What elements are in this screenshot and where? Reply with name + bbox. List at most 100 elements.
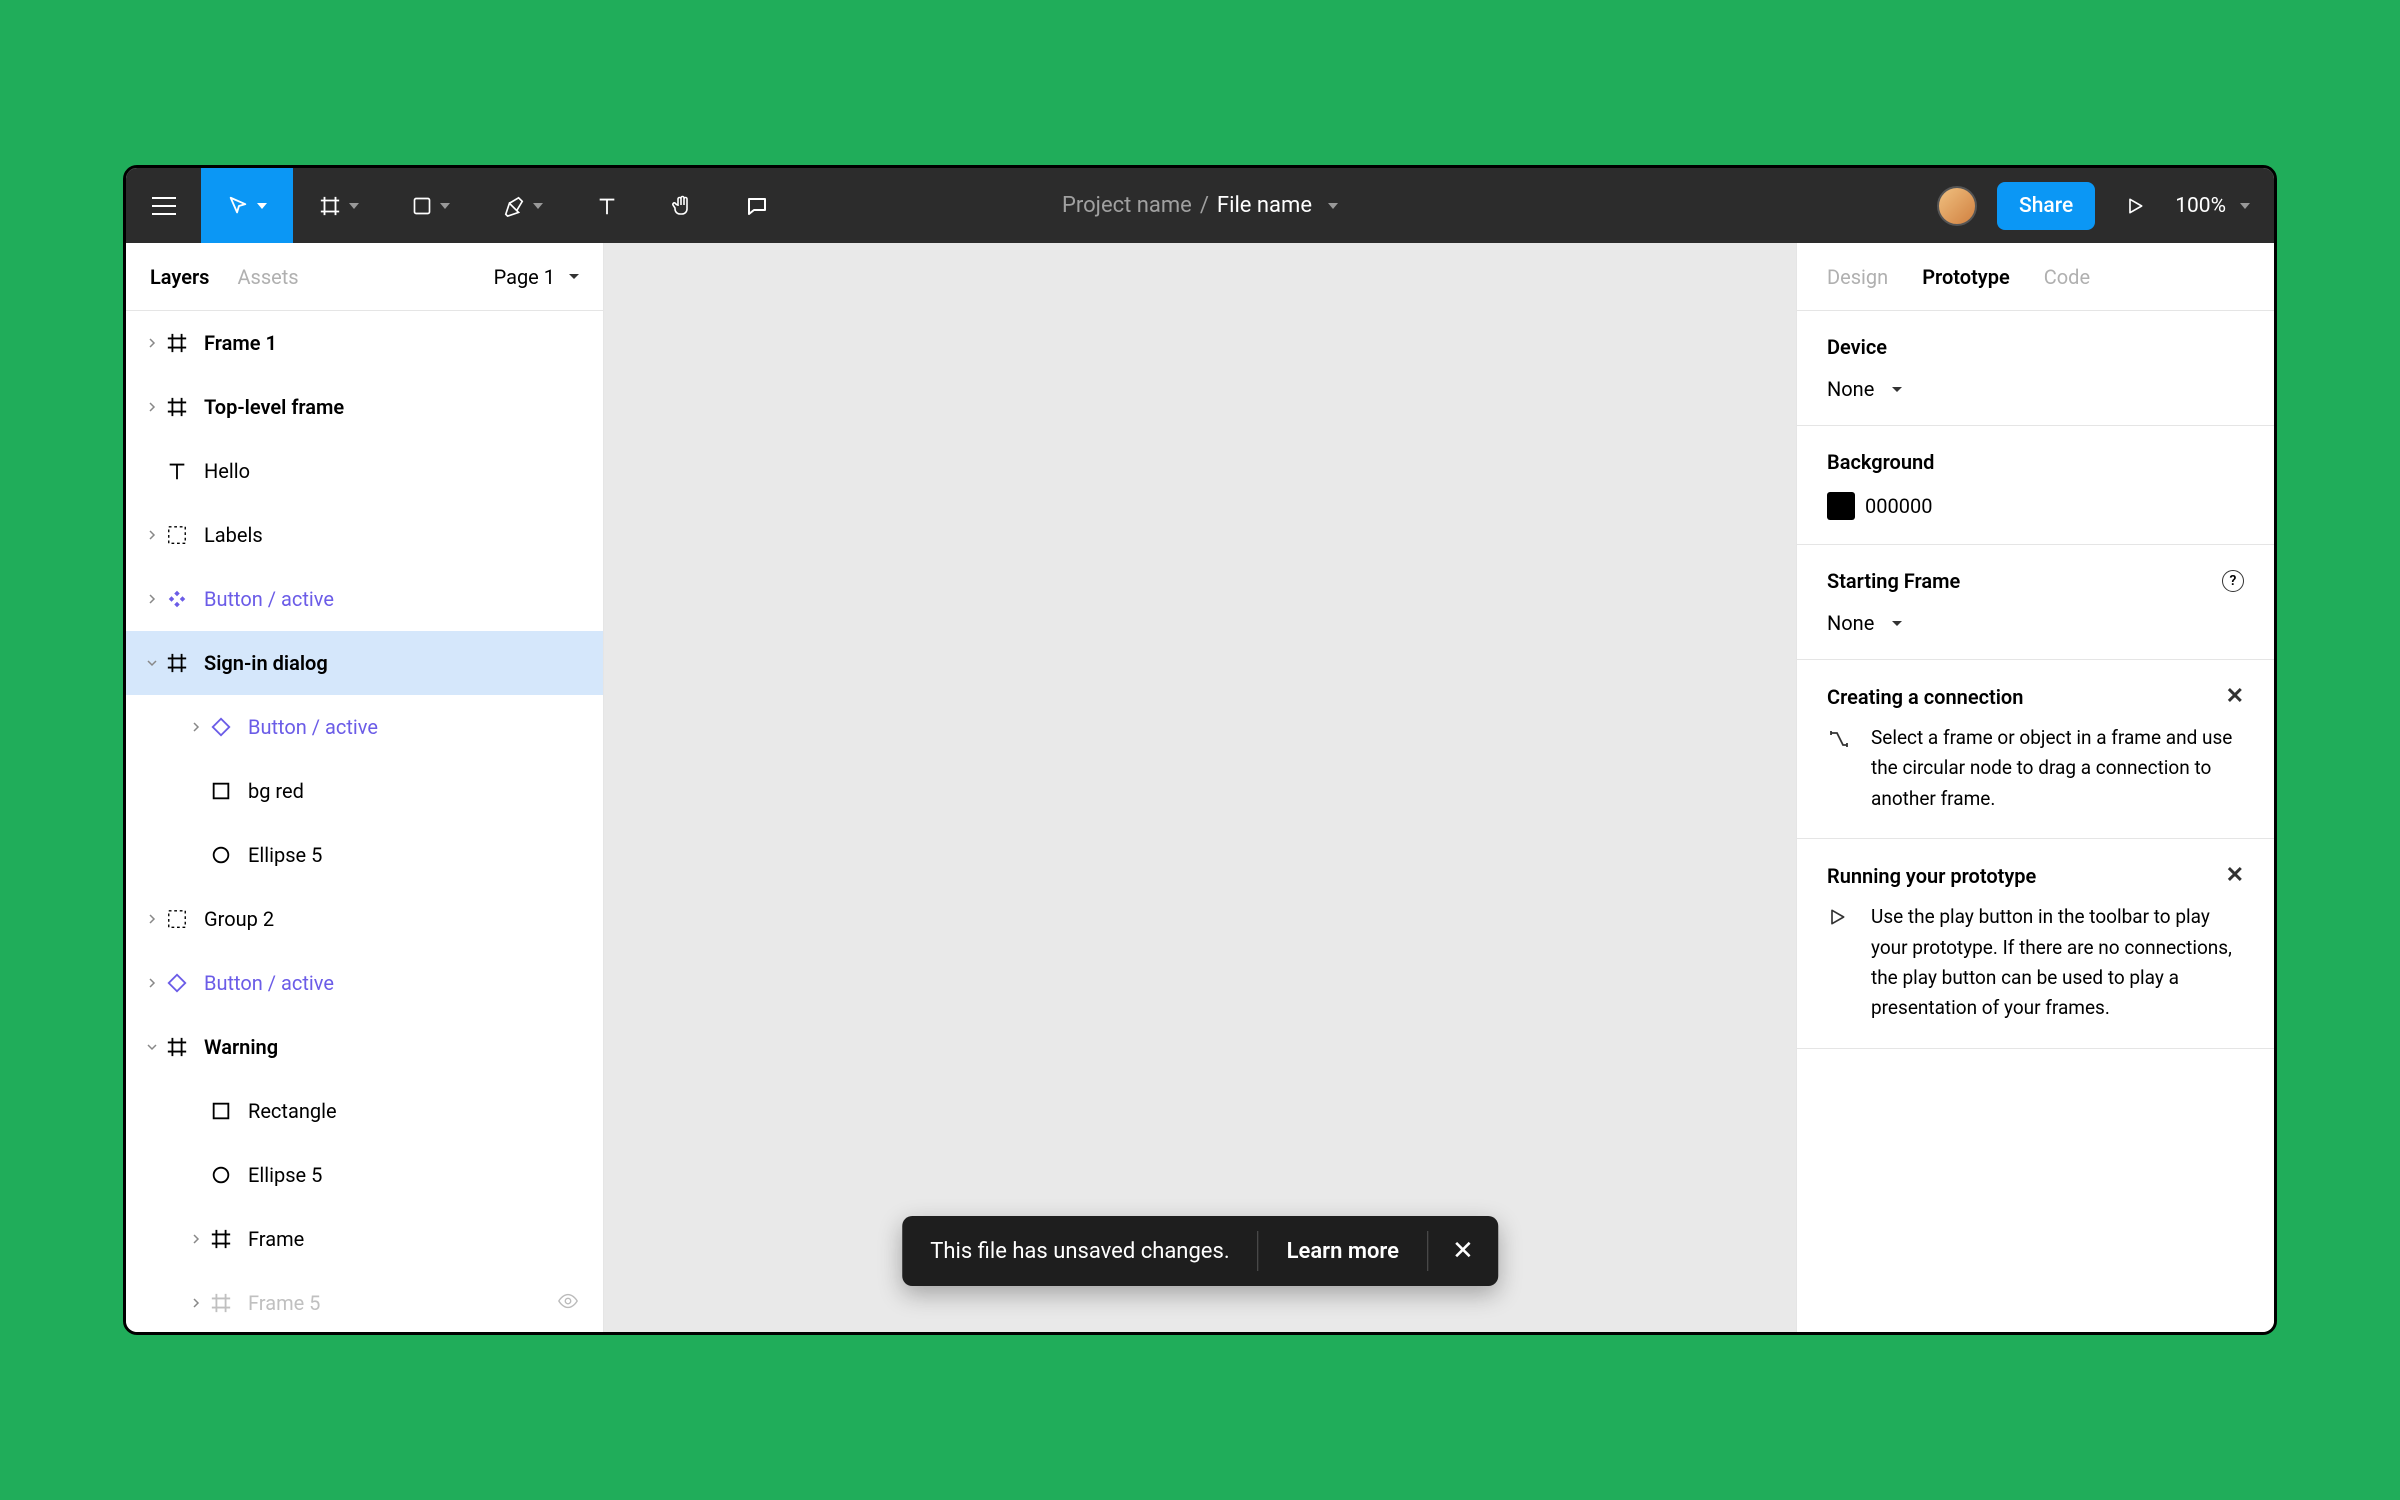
layer-name: Warning <box>204 1035 278 1059</box>
background-hex: 000000 <box>1865 494 1932 518</box>
frame-icon <box>162 396 192 418</box>
chevron-down-icon <box>349 203 359 209</box>
layer-row[interactable]: Rectangle <box>126 1079 603 1143</box>
layer-name: Frame 5 <box>248 1291 320 1315</box>
background-section: Background 000000 <box>1797 426 2274 545</box>
chevron-down-icon <box>440 203 450 209</box>
close-icon[interactable]: ✕ <box>2226 863 2244 888</box>
right-panel: Design Prototype Code Device None Backgr… <box>1796 243 2274 1332</box>
layer-row[interactable]: Button / active <box>126 567 603 631</box>
play-icon <box>1827 902 1855 1024</box>
left-panel-header: Layers Assets Page 1 <box>126 243 603 311</box>
help-title: Running your prototype <box>1827 864 2036 888</box>
page-selector[interactable]: Page 1 <box>494 265 579 289</box>
close-icon[interactable]: ✕ <box>2226 684 2244 709</box>
help-icon[interactable]: ? <box>2222 570 2244 592</box>
layer-row[interactable]: Frame 1 <box>126 311 603 375</box>
layer-name: Button / active <box>204 971 334 995</box>
expand-chevron-icon[interactable] <box>142 402 162 412</box>
expand-chevron-icon[interactable] <box>142 978 162 988</box>
tab-assets[interactable]: Assets <box>237 265 298 289</box>
chevron-down-icon <box>1328 203 1338 209</box>
move-tool[interactable] <box>201 168 293 243</box>
shape-tool[interactable] <box>385 168 477 243</box>
layer-name: Ellipse 5 <box>248 843 322 867</box>
layer-row[interactable]: Ellipse 5 <box>126 823 603 887</box>
layer-name: Labels <box>204 523 263 547</box>
expand-chevron-icon[interactable] <box>142 658 162 668</box>
chevron-down-icon <box>2240 203 2250 209</box>
share-button[interactable]: Share <box>1997 182 2095 230</box>
group-icon <box>162 908 192 930</box>
device-section: Device None <box>1797 311 2274 426</box>
layer-row[interactable]: Hello <box>126 439 603 503</box>
zoom-selector[interactable]: 100% <box>2175 194 2250 218</box>
layer-row[interactable]: Sign-in dialog <box>126 631 603 695</box>
expand-chevron-icon[interactable] <box>186 1298 206 1308</box>
rect-icon <box>206 1100 236 1122</box>
layer-row[interactable]: Button / active <box>126 695 603 759</box>
tab-code[interactable]: Code <box>2044 265 2090 289</box>
tab-design[interactable]: Design <box>1827 265 1888 289</box>
user-avatar[interactable] <box>1937 186 1977 226</box>
layer-name: Hello <box>204 459 250 483</box>
expand-chevron-icon[interactable] <box>142 594 162 604</box>
file-name: File name <box>1217 193 1312 218</box>
zoom-value: 100% <box>2175 194 2226 218</box>
layer-name: Ellipse 5 <box>248 1163 322 1187</box>
layer-row[interactable]: Group 2 <box>126 887 603 951</box>
menu-button[interactable] <box>126 168 201 243</box>
chevron-down-icon <box>533 203 543 209</box>
expand-chevron-icon[interactable] <box>186 1234 206 1244</box>
app-window: Project name / File name Share 100% Laye… <box>123 165 2277 1335</box>
layer-name: bg red <box>248 779 304 803</box>
background-color[interactable]: 000000 <box>1827 492 2244 520</box>
visibility-icon[interactable] <box>557 1290 579 1317</box>
rect-icon <box>206 780 236 802</box>
toolbar: Project name / File name Share 100% <box>126 168 2274 243</box>
toast-message: This file has unsaved changes. <box>902 1239 1257 1264</box>
layer-row[interactable]: Top-level frame <box>126 375 603 439</box>
color-swatch <box>1827 492 1855 520</box>
frame-icon <box>162 332 192 354</box>
device-title: Device <box>1827 335 2244 359</box>
layer-name: Rectangle <box>248 1099 337 1123</box>
starting-frame-selector[interactable]: None <box>1827 611 2244 635</box>
layer-row[interactable]: Button / active <box>126 951 603 1015</box>
layer-row[interactable]: bg red <box>126 759 603 823</box>
device-selector[interactable]: None <box>1827 377 2244 401</box>
canvas[interactable]: This file has unsaved changes. Learn mor… <box>604 243 1796 1332</box>
instance-icon <box>206 716 236 738</box>
expand-chevron-icon[interactable] <box>142 338 162 348</box>
left-panel: Layers Assets Page 1 Frame 1Top-level fr… <box>126 243 604 1332</box>
tab-prototype[interactable]: Prototype <box>1922 265 2010 289</box>
pen-tool[interactable] <box>477 168 569 243</box>
expand-chevron-icon[interactable] <box>142 1042 162 1052</box>
layer-name: Sign-in dialog <box>204 651 328 675</box>
chevron-down-icon <box>1892 387 1902 392</box>
play-button[interactable] <box>2115 168 2155 243</box>
layer-row[interactable]: Frame <box>126 1207 603 1271</box>
file-title[interactable]: Project name / File name <box>1062 193 1338 218</box>
layer-row[interactable]: Labels <box>126 503 603 567</box>
expand-chevron-icon[interactable] <box>142 914 162 924</box>
layer-row[interactable]: Frame 5 <box>126 1271 603 1332</box>
layer-name: Frame <box>248 1227 304 1251</box>
toast-close-button[interactable]: ✕ <box>1428 1236 1498 1266</box>
layer-name: Group 2 <box>204 907 274 931</box>
component-icon <box>162 588 192 610</box>
starting-frame-value: None <box>1827 611 1874 635</box>
expand-chevron-icon[interactable] <box>142 530 162 540</box>
expand-chevron-icon[interactable] <box>186 722 206 732</box>
text-tool[interactable] <box>569 168 644 243</box>
help-body-text: Select a frame or object in a frame and … <box>1871 723 2244 814</box>
layer-row[interactable]: Ellipse 5 <box>126 1143 603 1207</box>
comment-tool[interactable] <box>719 168 794 243</box>
help-creating-connection: Creating a connection ✕ Select a frame o… <box>1797 660 2274 839</box>
hand-tool[interactable] <box>644 168 719 243</box>
instance-icon <box>162 972 192 994</box>
toast-learn-more[interactable]: Learn more <box>1259 1239 1427 1264</box>
frame-tool[interactable] <box>293 168 385 243</box>
tab-layers[interactable]: Layers <box>150 265 209 289</box>
layer-row[interactable]: Warning <box>126 1015 603 1079</box>
